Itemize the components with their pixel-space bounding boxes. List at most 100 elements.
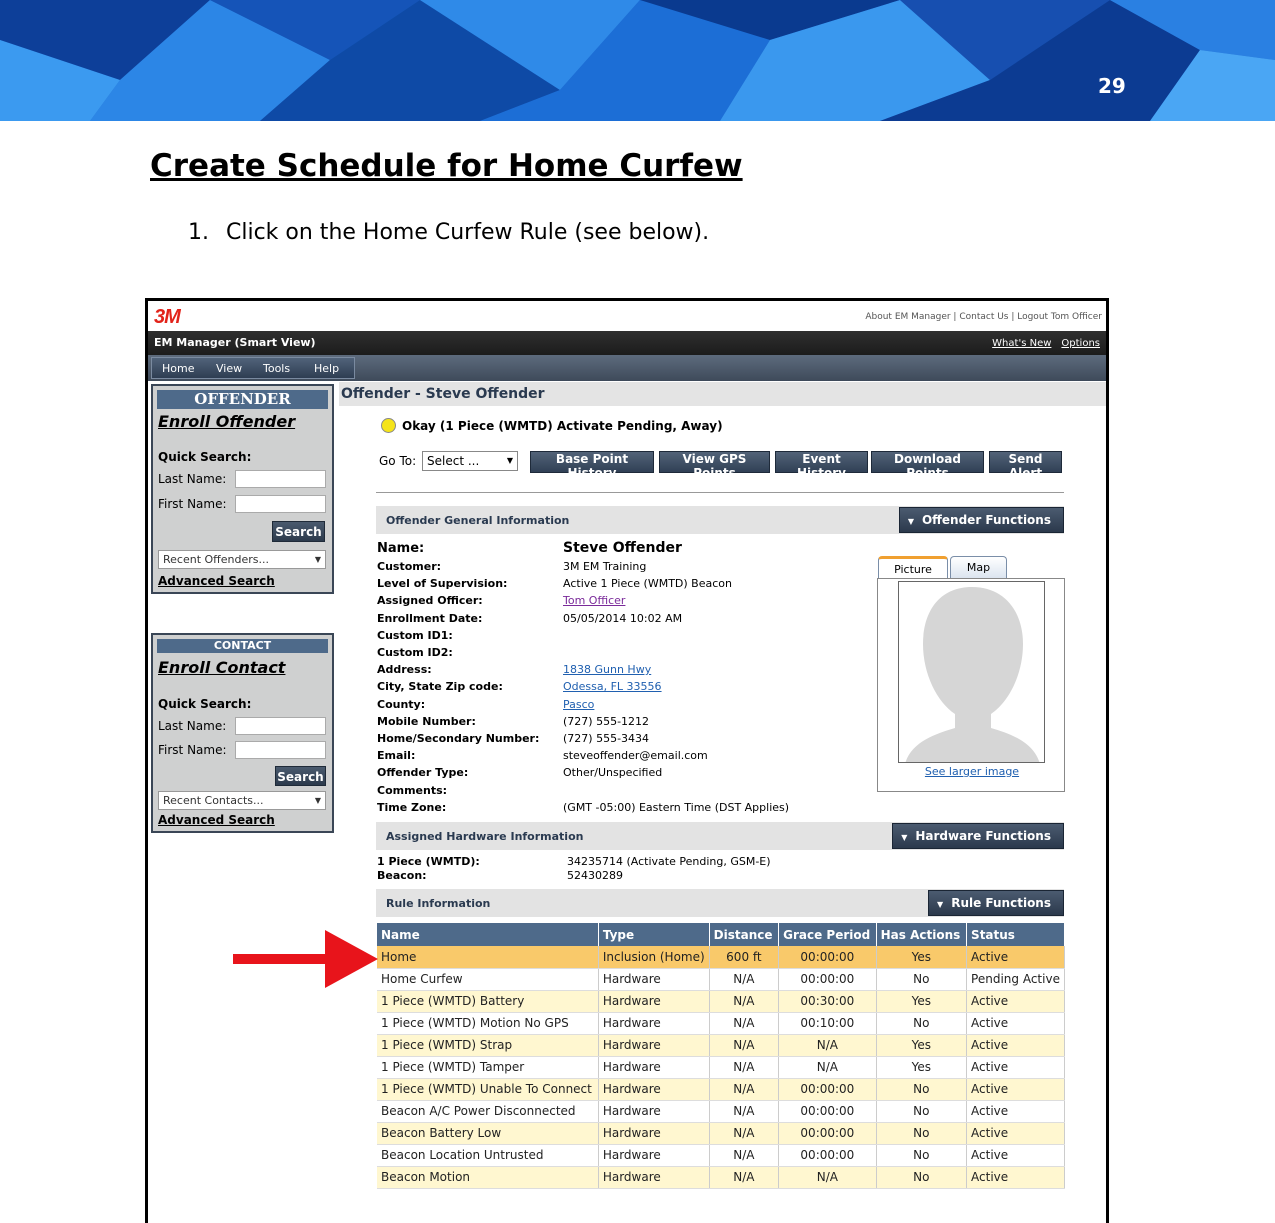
county-link[interactable]: Pasco <box>563 698 594 711</box>
field-label: Address: <box>377 663 432 676</box>
tab-picture[interactable]: Picture <box>878 556 948 580</box>
contact-first-name-input[interactable] <box>235 741 326 759</box>
enroll-offender-link[interactable]: Enroll Offender <box>158 412 295 431</box>
table-row[interactable]: Beacon A/C Power Disconnected Hardware N/A… <box>377 1100 1065 1123</box>
rule-functions-button[interactable]: ▼ Rule Functions <box>928 890 1064 916</box>
rule-actions: No <box>876 1144 968 1167</box>
col-name[interactable]: Name <box>377 923 599 946</box>
rule-functions-label: Rule Functions <box>951 896 1051 910</box>
rule-type: Hardware <box>598 1056 710 1079</box>
contact-advanced-search-link[interactable]: Advanced Search <box>158 813 275 827</box>
whats-new-link[interactable]: What's New <box>992 338 1051 349</box>
event-history-button[interactable]: Event History <box>775 451 868 480</box>
rule-status: Active <box>966 1078 1065 1101</box>
hardware-functions-button[interactable]: ▼ Hardware Functions <box>892 823 1064 849</box>
rule-name: Beacon Battery Low <box>377 1122 599 1145</box>
table-row[interactable]: Beacon Motion Hardware N/A N/A No Active <box>377 1166 1065 1189</box>
rule-grace: 00:30:00 <box>778 990 877 1013</box>
field-label: Time Zone: <box>377 801 447 814</box>
chevron-down-icon: ▼ <box>506 456 513 465</box>
goto-select[interactable]: Select ... ▼ <box>422 451 518 471</box>
step-number: 1. <box>188 220 209 245</box>
table-row[interactable]: 1 Piece (WMTD) Unable To Connect Hardware… <box>377 1078 1065 1101</box>
table-row[interactable]: Home Inclusion (Home) 600 ft 00:00:00 Yes Act… <box>377 946 1065 969</box>
rule-distance: N/A <box>709 1122 780 1145</box>
options-link[interactable]: Options <box>1061 338 1100 349</box>
offender-search-button[interactable]: Search <box>272 521 325 542</box>
col-type[interactable]: Type <box>598 923 710 946</box>
rule-grace: 00:00:00 <box>778 1100 877 1123</box>
rule-actions: No <box>876 1100 968 1123</box>
send-alert-button[interactable]: Send Alert <box>989 451 1062 480</box>
offender-functions-button[interactable]: ▼ Offender Functions <box>898 507 1064 533</box>
offender-first-name-input[interactable] <box>235 495 326 513</box>
table-row[interactable]: Beacon Location Untrusted Hardware N/A 00:0… <box>377 1144 1065 1167</box>
status-dot-icon <box>381 418 396 433</box>
rule-status: Pending Active <box>966 968 1065 991</box>
rule-grace: 00:10:00 <box>778 1012 877 1035</box>
rule-type: Hardware <box>598 1078 710 1101</box>
col-grace-period[interactable]: Grace Period <box>778 923 877 946</box>
col-has-actions[interactable]: Has Actions <box>876 923 968 946</box>
offender-photo[interactable] <box>898 581 1045 763</box>
offender-status: Okay (1 Piece (WMTD) Activate Pending, A… <box>381 418 723 433</box>
rule-name: Home Curfew <box>377 968 599 991</box>
download-points-button[interactable]: Download Points <box>871 451 984 480</box>
tab-map[interactable]: Map <box>950 556 1007 580</box>
field-value: 05/05/2014 10:02 AM <box>563 612 683 625</box>
menu-tools[interactable]: Tools <box>263 362 290 375</box>
table-row[interactable]: 1 Piece (WMTD) Motion No GPS Hardware N/A 0… <box>377 1012 1065 1035</box>
table-row[interactable]: Beacon Battery Low Hardware N/A 00:00:00 No A… <box>377 1122 1065 1145</box>
contact-search-button[interactable]: Search <box>275 766 326 786</box>
menu-view[interactable]: View <box>216 362 242 375</box>
address-link[interactable]: 1838 Gunn Hwy <box>563 663 651 676</box>
field-label: Custom ID1: <box>377 629 453 642</box>
offender-functions-label: Offender Functions <box>921 513 1051 527</box>
field-label: City, State Zip code: <box>377 680 503 693</box>
col-distance[interactable]: Distance <box>709 923 780 946</box>
city-link[interactable]: Odessa, FL 33556 <box>563 680 662 693</box>
table-row[interactable]: Home Curfew Hardware N/A 00:00:00 No Pending … <box>377 968 1065 991</box>
table-row[interactable]: 1 Piece (WMTD) Battery Hardware N/A 00:30:0… <box>377 990 1065 1013</box>
see-larger-image-link[interactable]: See larger image <box>878 765 1066 778</box>
enroll-contact-link[interactable]: Enroll Contact <box>158 658 285 677</box>
rule-type: Hardware <box>598 1166 710 1189</box>
rule-distance: N/A <box>709 1078 780 1101</box>
rules-table: Name Type Distance Grace Period Has Acti… <box>377 923 1065 1189</box>
menu-home[interactable]: Home <box>162 362 194 375</box>
rule-type: Hardware <box>598 1034 710 1057</box>
hardware-label: Beacon: <box>377 869 427 882</box>
col-status[interactable]: Status <box>966 923 1065 946</box>
rule-grace: 00:00:00 <box>778 968 877 991</box>
rule-grace: N/A <box>778 1034 877 1057</box>
menu-help[interactable]: Help <box>314 362 339 375</box>
rule-grace: N/A <box>778 1166 877 1189</box>
table-row[interactable]: 1 Piece (WMTD) Strap Hardware N/A N/A Yes Act… <box>377 1034 1065 1057</box>
recent-contacts-value: Recent Contacts... <box>163 794 264 807</box>
rule-distance: N/A <box>709 1034 780 1057</box>
rule-distance: N/A <box>709 968 780 991</box>
rule-status: Active <box>966 1144 1065 1167</box>
rule-name: 1 Piece (WMTD) Motion No GPS <box>377 1012 599 1035</box>
contact-last-name-label: Last Name: <box>158 719 227 733</box>
assigned-officer-link[interactable]: Tom Officer <box>563 594 625 607</box>
rule-status: Active <box>966 1012 1065 1035</box>
base-point-history-button[interactable]: Base Point History <box>530 451 654 480</box>
contact-last-name-input[interactable] <box>235 717 326 735</box>
recent-contacts-select[interactable]: Recent Contacts... ▼ <box>158 791 326 810</box>
table-row[interactable]: 1 Piece (WMTD) Tamper Hardware N/A N/A Yes Ac… <box>377 1056 1065 1079</box>
menu-bar: Home View Tools Help <box>148 355 1106 381</box>
offender-last-name-input[interactable] <box>235 470 326 488</box>
hardware-functions-label: Hardware Functions <box>915 829 1051 843</box>
field-label: County: <box>377 698 426 711</box>
step-text: Click on the Home Curfew Rule (see below… <box>226 220 710 245</box>
rule-name: 1 Piece (WMTD) Unable To Connect <box>377 1078 599 1101</box>
recent-offenders-select[interactable]: Recent Offenders... ▼ <box>158 550 326 569</box>
app-screenshot: 3M About EM Manager | Contact Us | Logou… <box>145 298 1109 1223</box>
chevron-down-icon: ▼ <box>314 796 321 805</box>
offender-advanced-search-link[interactable]: Advanced Search <box>158 574 275 588</box>
top-links[interactable]: About EM Manager | Contact Us | Logout T… <box>865 312 1102 322</box>
view-gps-points-button[interactable]: View GPS Points <box>659 451 770 480</box>
rule-distance: N/A <box>709 1012 780 1035</box>
page-title: Create Schedule for Home Curfew <box>150 148 743 184</box>
